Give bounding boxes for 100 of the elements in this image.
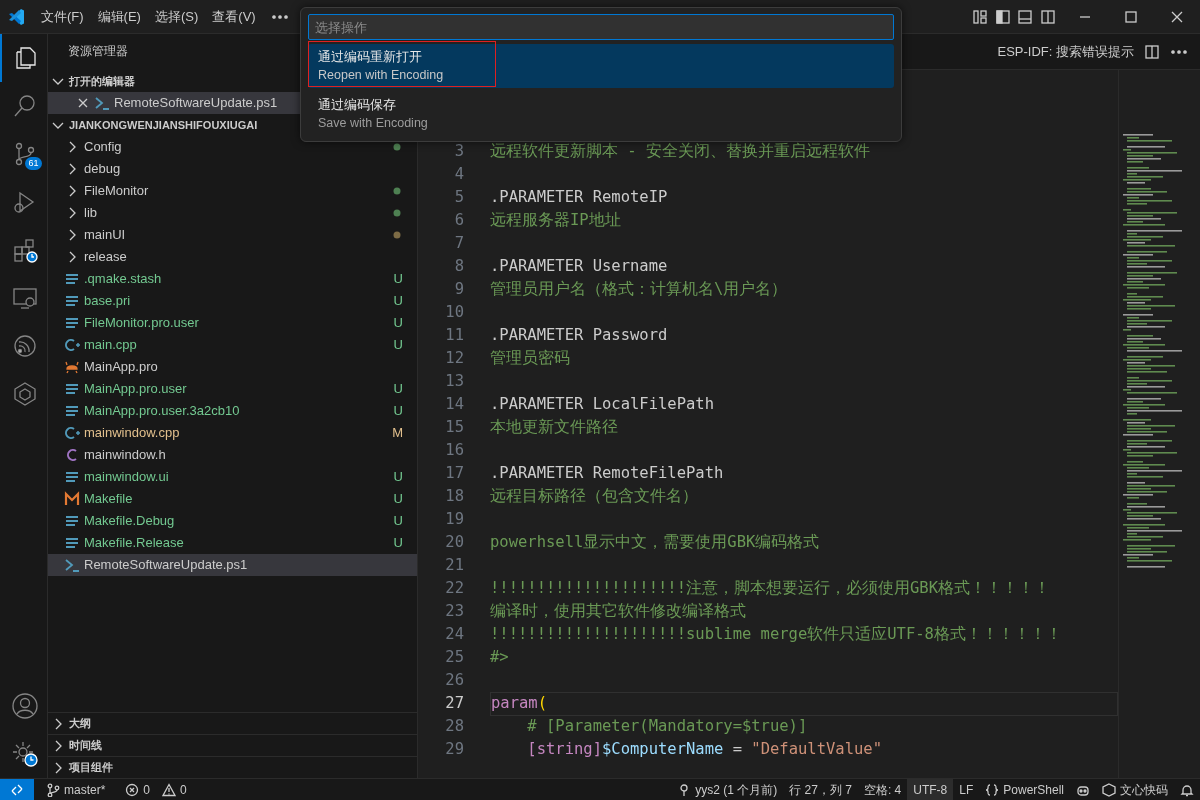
status-item[interactable]: UTF-8	[907, 778, 954, 800]
file-item[interactable]: main.cpp U	[48, 334, 417, 356]
file-lines-icon	[64, 381, 80, 397]
maximize-icon[interactable]	[1123, 8, 1139, 25]
git-status: U	[393, 402, 403, 421]
code-line: .PARAMETER Username	[490, 255, 668, 277]
folder-name: debug	[84, 160, 121, 179]
git-status: U	[393, 270, 403, 289]
terminal-icon	[64, 557, 80, 573]
status-item[interactable]: PowerShell	[979, 778, 1070, 800]
file-item[interactable]: MainApp.pro.user U	[48, 378, 417, 400]
code-line: [string]$ComputerName = "DefaultValue"	[526, 738, 882, 760]
folder-name: mainUI	[84, 226, 126, 245]
cpp-icon	[64, 337, 80, 353]
line-number: 11	[444, 324, 465, 346]
line-number: 18	[444, 485, 465, 507]
file-name: base.pri	[84, 292, 131, 311]
activity-tab[interactable]: 61	[0, 130, 48, 178]
status-item[interactable]: master*	[40, 778, 112, 800]
file-item[interactable]: .qmake.stash U	[48, 268, 417, 290]
section-header[interactable]: 时间线	[48, 734, 417, 756]
count-badge: 61	[25, 157, 42, 170]
layout-icon[interactable]	[972, 8, 988, 25]
status-item[interactable]: yys2 (1 个月前)	[671, 778, 784, 800]
status-item[interactable]: LF	[953, 778, 980, 800]
file-lines-icon	[64, 315, 80, 331]
folder-name: release	[84, 248, 127, 267]
code-line: .PARAMETER LocalFilePath	[490, 393, 714, 415]
remote-button[interactable]	[0, 778, 34, 800]
menu-item[interactable]: 查看(V)	[205, 6, 263, 27]
hexagon-icon	[11, 381, 38, 407]
file-item[interactable]: base.pri U	[48, 290, 417, 312]
account-icon[interactable]	[10, 692, 39, 720]
monitor-icon	[11, 285, 38, 311]
close-icon[interactable]	[76, 96, 90, 110]
git-status: M	[392, 424, 403, 443]
file-item[interactable]: mainwindow.ui U	[48, 466, 417, 488]
cpp-icon	[64, 425, 80, 441]
toggle-sidebar-icon[interactable]	[994, 8, 1011, 25]
status-item[interactable]: 0	[119, 778, 157, 800]
status-item[interactable]: 空格: 4	[857, 778, 908, 800]
file-item[interactable]: mainwindow.cpp M	[48, 422, 417, 444]
folder-item[interactable]: lib	[48, 202, 417, 224]
file-item[interactable]: Makefile U	[48, 488, 417, 510]
file-name: mainwindow.cpp	[84, 424, 180, 443]
toggle-panel-icon[interactable]	[1017, 8, 1033, 25]
file-item[interactable]: FileMonitor.pro.user U	[48, 312, 417, 334]
status-item[interactable]: 行 27，列 7	[783, 778, 858, 800]
command-input[interactable]: 选择操作	[308, 14, 894, 40]
file-item[interactable]: RemoteSoftwareUpdate.ps1	[48, 554, 417, 576]
menu-item[interactable]: 编辑(E)	[90, 6, 148, 27]
folder-item[interactable]: mainUI	[48, 224, 417, 246]
menu-item[interactable]: 文件(F)	[34, 6, 91, 27]
extensions-icon	[11, 237, 38, 263]
crab-icon	[64, 359, 80, 375]
file-item[interactable]: Makefile.Release U	[48, 532, 417, 554]
line-number: 10	[444, 301, 465, 323]
section-header[interactable]: 大纲	[48, 712, 417, 734]
code-line: 远程软件更新脚本 - 安全关闭、替换并重启远程软件	[490, 140, 870, 162]
code-line: .PARAMETER RemoteIP	[490, 186, 668, 208]
command-button[interactable]: ESP-IDF: 搜索错误提示	[997, 41, 1134, 62]
line-number: 17	[444, 462, 465, 484]
code-line: 远程服务器IP地址	[490, 209, 621, 231]
makefile-icon	[64, 491, 80, 507]
file-item[interactable]: MainApp.pro	[48, 356, 417, 378]
code-line: 本地更新文件路径	[490, 416, 618, 438]
line-number: 28	[444, 715, 465, 737]
line-number: 16	[444, 439, 465, 461]
code-line: !!!!!!!!!!!!!!!!!!!!!sublime merge软件只适应UTF-8格式！！！！！！	[490, 623, 1062, 645]
menu-item[interactable]: 选择(S)	[147, 6, 206, 27]
line-number: 8	[453, 255, 465, 277]
folder-item[interactable]: FileMonitor	[48, 180, 417, 202]
command-item[interactable]: 通过编码重新打开 Reopen with Encoding	[308, 44, 894, 88]
split-editor-icon[interactable]	[1144, 43, 1160, 60]
code-line: powerhsell显示中文，需要使用GBK编码格式	[490, 531, 820, 553]
folder-item[interactable]: release	[48, 246, 417, 268]
file-name: RemoteSoftwareUpdate.ps1	[84, 556, 248, 575]
file-item[interactable]: MainApp.pro.user.3a2cb10 U	[48, 400, 417, 422]
code-line: !!!!!!!!!!!!!!!!!!!!!注意，脚本想要运行，必须使用GBK格式！！！！！	[490, 577, 1050, 599]
braces-icon	[985, 782, 1000, 797]
split-layout-icon[interactable]	[1039, 8, 1056, 25]
file-name: .qmake.stash	[84, 270, 162, 289]
section-title: 打开的编辑器	[69, 73, 135, 89]
git-status: U	[393, 512, 403, 531]
folder-name: Config	[84, 138, 122, 157]
file-lines-icon	[64, 535, 80, 551]
remote-icon	[10, 782, 24, 797]
status-item[interactable]: 0	[156, 778, 193, 800]
line-number: 5	[453, 186, 465, 208]
branch-icon	[46, 782, 60, 797]
section-title: 时间线	[69, 738, 102, 754]
status-item[interactable]: 文心快码	[1096, 778, 1174, 800]
file-item[interactable]: mainwindow.h	[48, 444, 417, 466]
folder-item[interactable]: debug	[48, 158, 417, 180]
file-lines-icon	[64, 403, 80, 419]
warning-icon	[162, 782, 177, 797]
line-number: 25	[444, 646, 465, 668]
folder-name: lib	[84, 204, 97, 223]
line-number: 4	[453, 163, 465, 185]
file-item[interactable]: Makefile.Debug U	[48, 510, 417, 532]
